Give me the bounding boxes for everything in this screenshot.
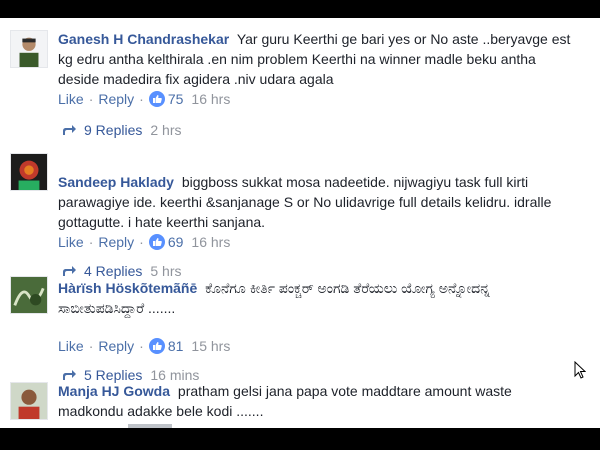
comment-actions: Like · Reply · 75 16 hrs: [58, 91, 230, 107]
reply-link[interactable]: Reply: [98, 338, 134, 354]
reply-link[interactable]: Reply: [98, 234, 134, 250]
avatar-photo-icon: [11, 154, 47, 190]
like-count[interactable]: 69: [168, 234, 184, 250]
replies-row[interactable]: 9 Replies 2 hrs: [62, 122, 182, 138]
comment-body: Ganesh H Chandrashekar Yar guru Keerthi …: [58, 29, 578, 89]
comment-body: Sandeep Haklady biggboss sukkat mosa nad…: [58, 172, 578, 232]
avatar-photo-icon: [11, 383, 47, 419]
like-count[interactable]: 75: [168, 91, 184, 107]
comment-timestamp[interactable]: 16 hrs: [191, 234, 230, 250]
view-replies-link[interactable]: 4 Replies: [84, 263, 142, 279]
separator-dot: ·: [88, 234, 94, 250]
comments-panel: Ganesh H Chandrashekar Yar guru Keerthi …: [0, 18, 600, 428]
avatar-photo-icon: [11, 277, 47, 313]
mouse-cursor-icon: [574, 361, 586, 379]
comment-timestamp[interactable]: 16 hrs: [191, 91, 230, 107]
comment-author[interactable]: Sandeep Haklady: [58, 174, 174, 190]
reply-arrow-icon: [63, 125, 76, 135]
comment-author[interactable]: Ganesh H Chandrashekar: [58, 31, 229, 47]
reply-arrow-icon: [63, 266, 76, 276]
reply-link[interactable]: Reply: [98, 91, 134, 107]
avatar[interactable]: [10, 153, 48, 191]
comment-body: Manja HJ Gowda pratham gelsi jana papa v…: [58, 381, 578, 421]
comment-author[interactable]: Hàrïsh Höskõtemãñē: [58, 280, 197, 296]
like-reaction-icon[interactable]: [148, 234, 165, 250]
avatar[interactable]: [10, 276, 48, 314]
replies-timestamp: 5 hrs: [150, 263, 182, 279]
like-link[interactable]: Like: [58, 91, 84, 107]
like-link[interactable]: Like: [58, 338, 84, 354]
like-count[interactable]: 81: [168, 338, 184, 354]
comment-actions: Like · Reply · 69 16 hrs: [58, 234, 230, 250]
separator-dot: ·: [139, 338, 144, 354]
view-replies-link[interactable]: 9 Replies: [84, 122, 142, 138]
avatar[interactable]: [10, 30, 48, 68]
like-link[interactable]: Like: [58, 234, 84, 250]
comment-actions: Like · Reply · 81 15 hrs: [58, 338, 230, 354]
comment-timestamp[interactable]: 15 hrs: [191, 338, 230, 354]
like-reaction-icon[interactable]: [148, 91, 165, 107]
horizontal-scrollbar-thumb[interactable]: [128, 424, 172, 428]
reply-arrow-icon: [63, 370, 76, 380]
like-reaction-icon[interactable]: [148, 338, 165, 354]
separator-dot: ·: [139, 91, 144, 107]
replies-timestamp: 2 hrs: [150, 122, 182, 138]
separator-dot: ·: [88, 338, 94, 354]
comment-body: Hàrïsh Höskõtemãñē ಕೊನೆಗೂ ಕೀರ್ತಿ ಪಂಕ್ಚರ್…: [58, 278, 578, 318]
comment-author[interactable]: Manja HJ Gowda: [58, 383, 170, 399]
avatar[interactable]: [10, 382, 48, 420]
separator-dot: ·: [139, 234, 144, 250]
separator-dot: ·: [88, 91, 94, 107]
avatar-photo-icon: [11, 31, 47, 67]
replies-row[interactable]: 4 Replies 5 hrs: [62, 263, 182, 279]
